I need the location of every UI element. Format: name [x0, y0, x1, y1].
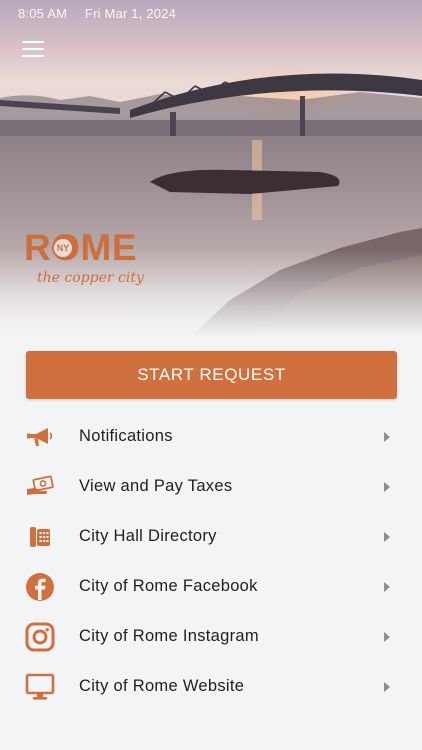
menu-item-notifications[interactable]: Notifications — [0, 412, 422, 462]
chevron-right-icon — [384, 532, 390, 542]
menu-item-instagram[interactable]: City of Rome Instagram — [0, 612, 422, 662]
start-request-button[interactable]: START REQUEST — [26, 351, 397, 399]
money-hand-icon — [24, 472, 56, 502]
menu-item-label: Notifications — [79, 427, 173, 445]
menu-item-website[interactable]: City of Rome Website — [0, 662, 422, 712]
menu-item-label: View and Pay Taxes — [79, 477, 233, 495]
chevron-right-icon — [384, 682, 390, 692]
menu-item-facebook[interactable]: City of Rome Facebook — [0, 562, 422, 612]
menu-item-taxes[interactable]: View and Pay Taxes — [0, 462, 422, 512]
menu-item-directory[interactable]: City Hall Directory — [0, 512, 422, 562]
logo-ny-badge: NY — [52, 237, 74, 259]
instagram-icon — [24, 622, 56, 652]
megaphone-icon — [24, 422, 56, 452]
chevron-right-icon — [384, 632, 390, 642]
status-time: 8:05 AM — [18, 6, 68, 21]
menu-list: Notifications View and Pay Taxes City Ha… — [0, 412, 422, 712]
rome-logo: ROME NY the copper city — [24, 228, 154, 298]
telephone-icon — [24, 522, 56, 552]
chevron-right-icon — [384, 432, 390, 442]
menu-item-label: City of Rome Website — [79, 677, 245, 695]
menu-item-label: City of Rome Instagram — [79, 627, 259, 645]
logo-wordmark: ROME — [24, 227, 137, 268]
menu-item-label: City of Rome Facebook — [79, 577, 258, 595]
facebook-icon — [24, 572, 56, 602]
logo-tagline: the copper city — [37, 270, 144, 286]
monitor-icon — [24, 672, 56, 702]
menu-item-label: City Hall Directory — [79, 527, 217, 545]
chevron-right-icon — [384, 482, 390, 492]
status-date: Fri Mar 1, 2024 — [84, 6, 177, 21]
chevron-right-icon — [384, 582, 390, 592]
hero-image: 8:05 AM Fri Mar 1, 2024 ROME NY the copp… — [0, 0, 422, 337]
status-bar: 8:05 AM Fri Mar 1, 2024 — [18, 6, 176, 21]
hamburger-icon[interactable] — [22, 41, 44, 57]
